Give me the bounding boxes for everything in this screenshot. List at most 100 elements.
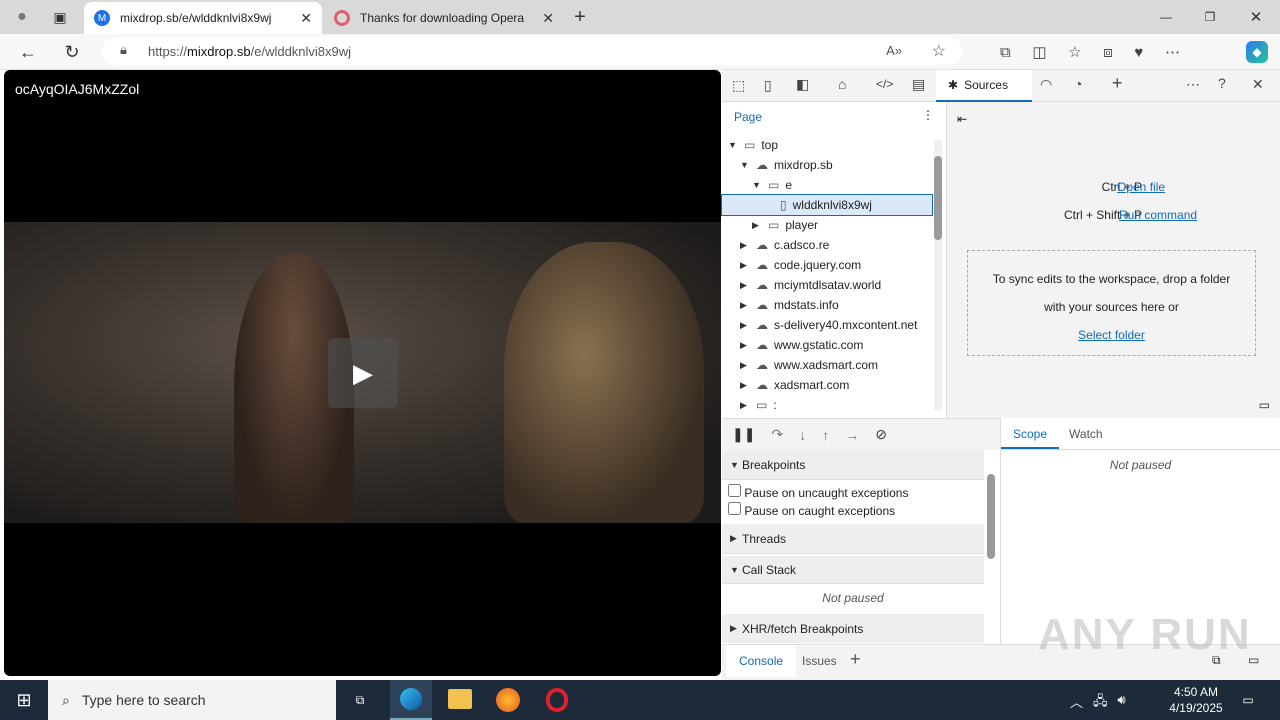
close-devtools-icon[interactable]: ✕ bbox=[1252, 76, 1264, 93]
collapsed-icon[interactable]: ▶ bbox=[740, 300, 752, 311]
tab-watch[interactable]: Watch bbox=[1059, 418, 1113, 449]
tree-item[interactable]: ▶ ▭ player bbox=[722, 215, 932, 235]
add-drawer-tab-icon[interactable]: + bbox=[850, 649, 861, 670]
collapsed-icon[interactable]: ▶ bbox=[740, 280, 752, 291]
dock-icon[interactable]: ◧ bbox=[796, 76, 809, 93]
tab-sources[interactable]: ✱ Sources bbox=[936, 70, 1032, 102]
close-window-icon[interactable]: ✕ bbox=[1244, 6, 1268, 28]
tab-console[interactable]: Console bbox=[726, 645, 797, 677]
step-into-icon[interactable]: ↓ bbox=[799, 427, 806, 443]
edge-taskbar-icon[interactable] bbox=[390, 680, 432, 720]
tab-scope[interactable]: Scope bbox=[1001, 418, 1060, 449]
expanded-icon[interactable]: ▼ bbox=[728, 140, 740, 150]
profile-icon[interactable]: ● bbox=[10, 6, 34, 28]
system-tray[interactable]: ︿ 🖧︎ 🔊︎ bbox=[1070, 692, 1126, 714]
expanded-icon[interactable]: ▼ bbox=[752, 180, 764, 190]
tree-item[interactable]: ▶ ☁ mciymtdlsatav.world bbox=[722, 275, 932, 295]
pause-caught-checkbox[interactable] bbox=[728, 502, 741, 515]
tab-opera[interactable]: Thanks for downloading Opera ✕ bbox=[324, 2, 564, 34]
tree-item[interactable]: ▶ ☁ www.gstatic.com bbox=[722, 335, 932, 355]
task-view-icon[interactable]: ⧉ bbox=[348, 688, 372, 712]
collapsed-icon[interactable]: ▶ bbox=[740, 240, 752, 251]
pause-uncaught-checkbox[interactable] bbox=[728, 484, 741, 497]
collapsed-icon[interactable]: ▶ bbox=[740, 380, 752, 391]
refresh-icon[interactable]: ↻ bbox=[60, 40, 84, 64]
performance-icon[interactable]: ◔ bbox=[1074, 76, 1082, 92]
tree-item[interactable]: ▶ ☁ xadsmart.com bbox=[722, 375, 932, 395]
device-toolbar-icon[interactable]: ▯ bbox=[764, 77, 772, 94]
console-icon[interactable]: ▤ bbox=[912, 76, 925, 93]
firefox-icon[interactable] bbox=[496, 688, 520, 712]
opera-icon[interactable] bbox=[546, 688, 568, 712]
tab-actions-icon[interactable]: ▣ bbox=[48, 6, 72, 28]
more-tools-icon[interactable]: + bbox=[1112, 73, 1123, 94]
collapsed-icon[interactable]: ▶ bbox=[752, 220, 764, 231]
tab-issues[interactable]: Issues bbox=[802, 654, 837, 668]
collapsed-icon[interactable]: ▶ bbox=[740, 340, 752, 351]
tree-item[interactable]: ▶ ☁ s-delivery40.mxcontent.net bbox=[722, 315, 932, 335]
minimize-icon[interactable]: — bbox=[1154, 6, 1178, 28]
toggle-debugger-icon[interactable]: ▭ bbox=[1259, 398, 1270, 412]
customize-icon[interactable]: ⋯ bbox=[1186, 76, 1200, 93]
deactivate-breakpoints-icon[interactable]: ⊘ bbox=[875, 426, 887, 443]
call-stack-section[interactable]: ▼ Call Stack bbox=[722, 554, 984, 584]
read-aloud-icon[interactable]: A» bbox=[886, 43, 902, 58]
tree-item[interactable]: ▼ ▭ top bbox=[722, 135, 932, 155]
tree-item[interactable]: ▶ ☁ www.xadsmart.com bbox=[722, 355, 932, 375]
threads-section[interactable]: ▶ Threads bbox=[722, 524, 984, 554]
back-icon[interactable]: ← bbox=[16, 40, 40, 64]
play-button[interactable]: ▶ bbox=[328, 338, 398, 408]
start-icon[interactable]: ⊞ bbox=[10, 688, 38, 712]
tab-mixdrop[interactable]: M mixdrop.sb/e/wlddknlvi8x9wj ✕ bbox=[84, 2, 322, 34]
collapsed-icon[interactable]: ▶ bbox=[740, 360, 752, 371]
collections-icon[interactable]: ⧈ bbox=[1103, 44, 1113, 61]
split-screen-icon[interactable]: ◫ bbox=[1032, 43, 1046, 61]
elements-icon[interactable]: </> bbox=[876, 77, 893, 91]
tree-item[interactable]: ▼ ☁ mixdrop.sb bbox=[722, 155, 932, 175]
help-icon[interactable]: ? bbox=[1218, 75, 1226, 91]
xhr-breakpoints-section[interactable]: ▶ XHR/fetch Breakpoints bbox=[722, 614, 984, 643]
pause-icon[interactable]: ❚❚ bbox=[732, 426, 755, 443]
more-icon[interactable]: ⋯ bbox=[1165, 43, 1180, 61]
taskbar-search[interactable]: ⌕ Type here to search bbox=[48, 680, 336, 720]
inspect-icon[interactable]: ⬚ bbox=[732, 77, 745, 94]
close-tab-icon[interactable]: ✕ bbox=[300, 10, 312, 27]
performance-icon[interactable]: ♥ bbox=[1134, 44, 1143, 61]
collapsed-icon[interactable]: ▶ bbox=[740, 400, 752, 411]
restore-icon[interactable]: ❐ bbox=[1198, 6, 1222, 28]
open-file-link[interactable]: Open file bbox=[1117, 180, 1165, 194]
add-favorite-icon[interactable]: ☆ bbox=[932, 41, 946, 61]
toggle-navigator-icon[interactable]: ⇤ bbox=[957, 112, 967, 126]
tree-item[interactable]: ▼ ▭ e bbox=[722, 175, 932, 195]
step-over-icon[interactable]: ↷ bbox=[771, 426, 783, 443]
clock[interactable]: 4:50 AM 4/19/2025 bbox=[1160, 684, 1232, 716]
tree-item[interactable]: ▯ wlddknlvi8x9wj bbox=[721, 194, 933, 216]
step-icon[interactable]: → bbox=[845, 427, 859, 443]
workspace-drop-zone[interactable]: To sync edits to the workspace, drop a f… bbox=[967, 250, 1256, 356]
welcome-icon[interactable]: ⌂ bbox=[838, 76, 846, 92]
navigator-menu-icon[interactable]: ⋮ bbox=[922, 108, 934, 122]
notifications-icon[interactable]: ▭ bbox=[1236, 688, 1260, 712]
url-field[interactable]: 🔒︎ https://mixdrop.sb/e/wlddknlvi8x9wj A… bbox=[102, 37, 962, 65]
expanded-icon[interactable]: ▼ bbox=[740, 160, 752, 170]
new-tab-icon[interactable]: + bbox=[568, 6, 592, 28]
file-explorer-icon[interactable] bbox=[448, 689, 472, 709]
tree-scrollbar[interactable] bbox=[934, 140, 942, 410]
close-tab-icon[interactable]: ✕ bbox=[542, 10, 554, 27]
tree-item[interactable]: ▶ ▭: bbox=[722, 395, 932, 415]
network-icon[interactable]: ◠ bbox=[1040, 76, 1052, 93]
select-folder-link[interactable]: Select folder bbox=[1078, 328, 1145, 342]
debugger-scrollbar[interactable] bbox=[986, 454, 996, 634]
extensions-icon[interactable]: ⧉ bbox=[1000, 44, 1011, 61]
video-player[interactable]: ocAyqOIAJ6MxZZol ▶ bbox=[4, 70, 721, 676]
favorites-icon[interactable]: ☆ bbox=[1068, 43, 1081, 61]
breakpoints-section[interactable]: ▼ Breakpoints bbox=[722, 450, 984, 480]
copilot-icon[interactable]: ◆ bbox=[1246, 41, 1268, 63]
tab-page[interactable]: Page bbox=[722, 102, 946, 132]
collapsed-icon[interactable]: ▶ bbox=[740, 320, 752, 331]
tree-item[interactable]: ▶ ☁ code.jquery.com bbox=[722, 255, 932, 275]
step-out-icon[interactable]: ↑ bbox=[822, 427, 829, 443]
tree-item[interactable]: ▶ ☁ c.adsco.re bbox=[722, 235, 932, 255]
tree-item[interactable]: ▶ ☁ mdstats.info bbox=[722, 295, 932, 315]
run-command-link[interactable]: Run command bbox=[1119, 208, 1197, 222]
